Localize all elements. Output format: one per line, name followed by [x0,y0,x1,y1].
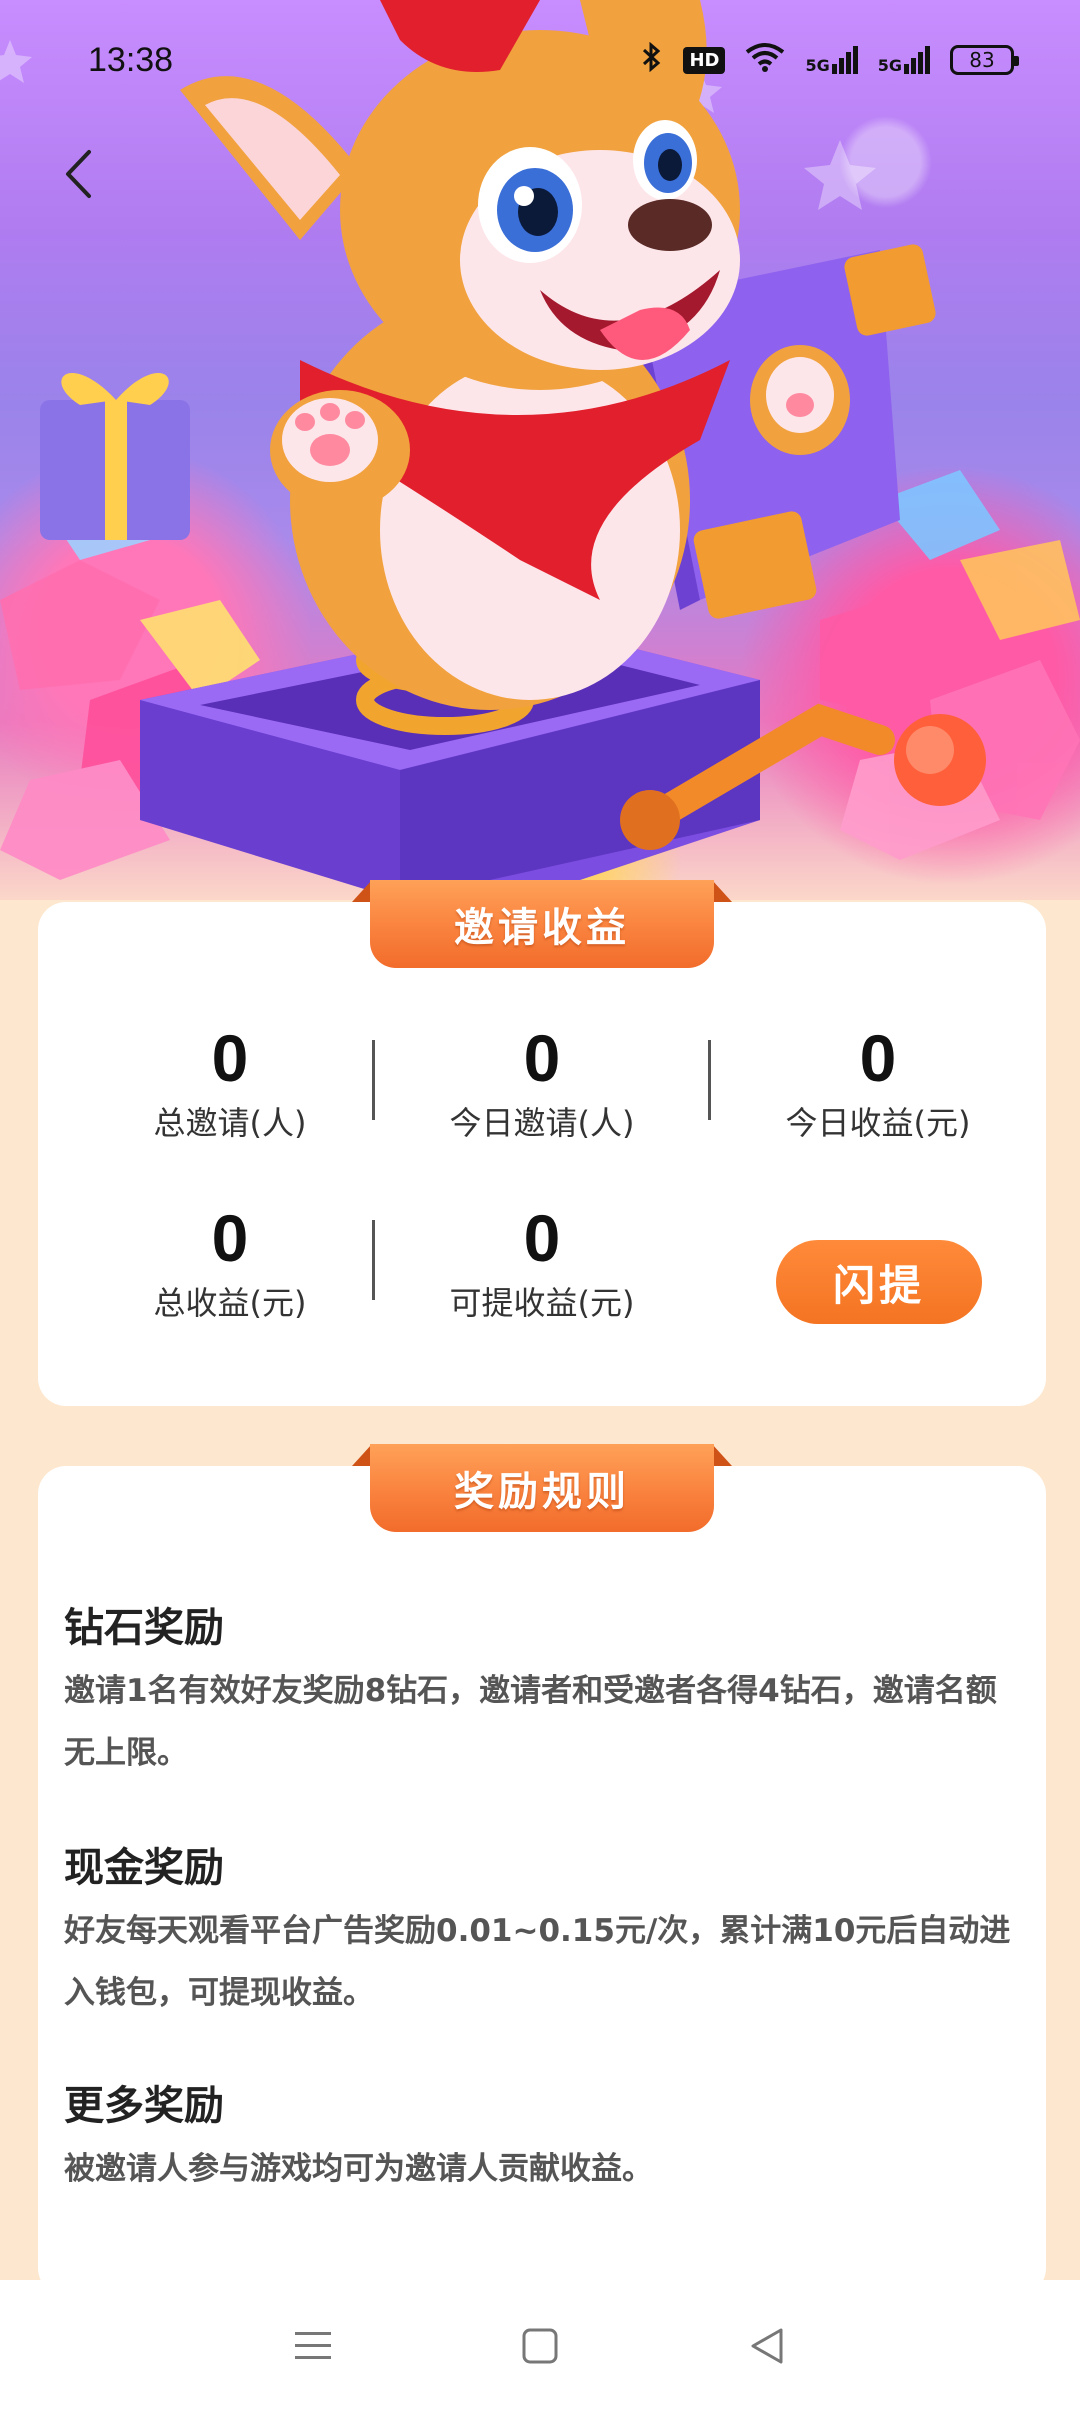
rule-text: 邀请1名有效好友奖励8钻石，邀请者和受邀者各得4钻石，邀请名额 无上限。 [64,1673,997,1771]
hd-badge: HD [683,46,726,74]
stat-value: 0 [523,1021,561,1095]
divider [372,1220,375,1300]
stat-label: 可提收益(元) [449,1284,635,1322]
battery-icon: 83 [950,45,1019,75]
stat-label: 今日收益(元) [785,1104,971,1142]
reward-rules-title: 奖励规则 [370,1444,714,1532]
menu-icon [295,2332,332,2359]
status-icons: HD 5G 5G 83 [641,41,1019,79]
rule-heading: 钻石奖励 [64,1605,224,1651]
stat-value: 0 [859,1021,897,1095]
stat-label: 今日邀请(人) [449,1104,635,1142]
menu-button[interactable] [283,2316,343,2376]
stat-value: 0 [211,1201,249,1275]
stat-label: 总收益(元) [153,1284,307,1322]
corgi-jack-in-box-illustration [0,0,1080,900]
home-square-icon [522,2328,558,2364]
signal-5g-icon-1: 5G [805,46,858,74]
rule-more: 更多奖励 被邀请人参与游戏均可为邀请人贡献收益。 [64,2080,1024,2200]
stat-withdrawable-earnings: 0 可提收益(元) [392,1200,692,1324]
stat-label: 总邀请(人) [153,1104,307,1142]
reward-rules-ribbon: 奖励规则 [352,1444,732,1532]
stat-total-invites: 0 总邀请(人) [80,1020,380,1144]
rule-text: 被邀请人参与游戏均可为邀请人贡献收益。 [64,2151,653,2187]
wifi-icon [745,42,785,79]
reward-rules-card: 奖励规则 钻石奖励 邀请1名有效好友奖励8钻石，邀请者和受邀者各得4钻石，邀请名… [38,1444,1046,2296]
invite-earnings-ribbon: 邀请收益 [352,880,732,968]
bluetooth-icon [641,41,663,79]
flash-withdraw-button[interactable]: 闪提 [776,1240,982,1324]
system-back-button[interactable] [737,2316,797,2376]
back-triangle-icon [751,2328,783,2364]
back-button[interactable] [48,142,108,206]
stat-today-invites: 0 今日邀请(人) [392,1020,692,1144]
hero-banner [0,0,1080,900]
rule-diamond: 钻石奖励 邀请1名有效好友奖励8钻石，邀请者和受邀者各得4钻石，邀请名额 无上限… [64,1602,1024,1784]
rule-cash: 现金奖励 好友每天观看平台广告奖励0.01~0.15元/次，累计满10元后自动进… [64,1842,1024,2024]
chevron-left-icon [66,150,91,198]
rule-text: 好友每天观看平台广告奖励0.01~0.15元/次，累计满10元后自动进 入钱包，… [64,1913,1011,2011]
status-bar: 13:38 HD 5G 5G 83 [0,0,1080,120]
system-nav-bar [0,2280,1080,2412]
stat-value: 0 [523,1201,561,1275]
divider [708,1040,711,1120]
stat-total-earnings: 0 总收益(元) [80,1200,380,1324]
rule-heading: 更多奖励 [64,2083,224,2129]
stat-value: 0 [211,1021,249,1095]
rule-heading: 现金奖励 [64,1845,224,1891]
stat-today-earnings: 0 今日收益(元) [728,1020,1028,1144]
divider [372,1040,375,1120]
invite-earnings-title: 邀请收益 [370,880,714,968]
status-time: 13:38 [88,40,174,79]
invite-earnings-card: 邀请收益 0 总邀请(人) 0 今日邀请(人) 0 今日收益(元) 0 总收益(… [38,880,1046,1406]
signal-5g-icon-2: 5G [878,46,930,74]
home-button[interactable] [510,2316,570,2376]
